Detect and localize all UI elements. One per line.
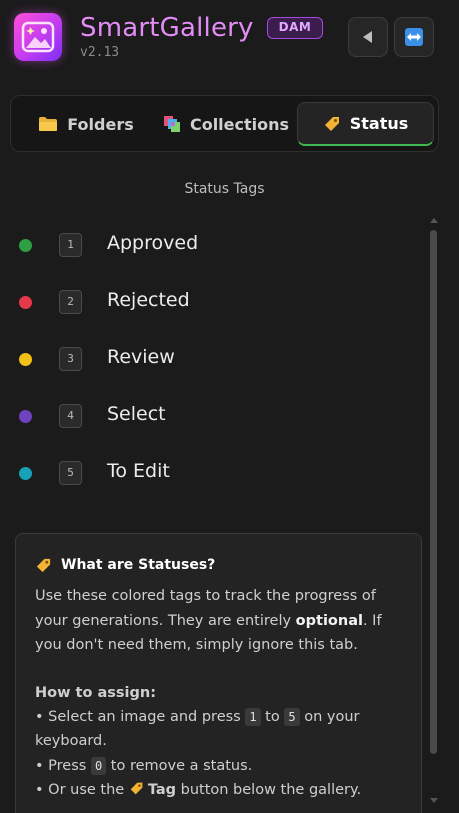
dam-badge: DAM: [267, 17, 323, 39]
status-label: Review: [107, 346, 175, 368]
swap-layout-button[interactable]: [394, 17, 434, 57]
app-version: v2.13: [80, 45, 120, 60]
status-row-review[interactable]: 3 Review: [0, 339, 420, 379]
scrollbar[interactable]: [428, 218, 440, 808]
tab-status-label: Status: [349, 114, 409, 133]
bullet-remove: • Press 0 to remove a status.: [35, 754, 402, 779]
kbd-key: 1: [245, 707, 261, 726]
status-label: Rejected: [107, 289, 190, 311]
scroll-thumb[interactable]: [430, 230, 437, 754]
tag-icon: [36, 558, 51, 572]
status-key: 3: [59, 347, 82, 371]
tab-collections-label: Collections: [189, 114, 290, 134]
bullet-text: to remove a status.: [106, 757, 253, 774]
status-label: Select: [107, 403, 166, 425]
scroll-up-arrow-icon[interactable]: [430, 218, 438, 223]
status-label: To Edit: [107, 460, 170, 482]
bullet-text: button below the gallery.: [176, 782, 362, 798]
status-dot: [19, 296, 32, 309]
status-key: 5: [59, 461, 82, 485]
collections-icon: [163, 116, 180, 132]
status-dot: [19, 353, 32, 366]
bullet-tag-button: • Or use the Tag button below the galler…: [35, 778, 402, 803]
bullet-text: to: [260, 708, 285, 725]
bullet-bold: Tag: [147, 782, 177, 798]
status-key: 1: [59, 233, 82, 257]
tab-folders-label: Folders: [67, 114, 134, 134]
status-row-approved[interactable]: 1 Approved: [0, 225, 420, 265]
app-title: SmartGallery: [80, 13, 254, 43]
tag-icon: [130, 782, 143, 795]
tab-collections[interactable]: Collections: [161, 102, 291, 146]
header: SmartGallery v2.13 DAM: [0, 0, 459, 80]
tab-status[interactable]: Status: [297, 102, 434, 146]
left-right-arrow-icon: [405, 28, 423, 46]
status-key: 4: [59, 404, 82, 428]
bullet-text: • Press: [35, 757, 91, 774]
kbd-key: 5: [284, 707, 300, 726]
info-title-row: What are Statuses?: [35, 555, 402, 575]
status-key: 2: [59, 290, 82, 314]
status-row-rejected[interactable]: 2 Rejected: [0, 282, 420, 322]
kbd-key: 0: [90, 756, 107, 775]
status-label: Approved: [107, 232, 199, 254]
how-to-assign-title: How to assign:: [35, 684, 156, 701]
tag-icon: [324, 116, 339, 131]
triangle-left-icon: [363, 31, 372, 43]
info-intro-bold: optional: [295, 612, 363, 629]
info-box: What are Statuses? Use these colored tag…: [15, 533, 422, 813]
section-title: Status Tags: [184, 181, 265, 197]
bullet-keyboard: • Select an image and press 1 to 5 on yo…: [35, 705, 402, 754]
folder-icon: [39, 117, 58, 131]
gallery-icon: [21, 21, 55, 53]
collapse-sidebar-button[interactable]: [348, 17, 388, 57]
info-intro: Use these colored tags to track the prog…: [35, 584, 402, 658]
scroll-down-arrow-icon[interactable]: [430, 798, 438, 803]
status-dot: [19, 239, 32, 252]
app-logo: [14, 13, 62, 61]
status-row-to-edit[interactable]: 5 To Edit: [0, 453, 420, 493]
status-dot: [19, 467, 32, 480]
bullet-text: • Select an image and press: [35, 708, 246, 725]
info-title: What are Statuses?: [61, 557, 216, 573]
status-row-select[interactable]: 4 Select: [0, 396, 420, 436]
status-dot: [19, 410, 32, 423]
tab-folders[interactable]: Folders: [31, 102, 141, 146]
bullet-text: • Or use the: [35, 782, 129, 798]
tab-bar: Folders Collections Status: [10, 95, 439, 152]
